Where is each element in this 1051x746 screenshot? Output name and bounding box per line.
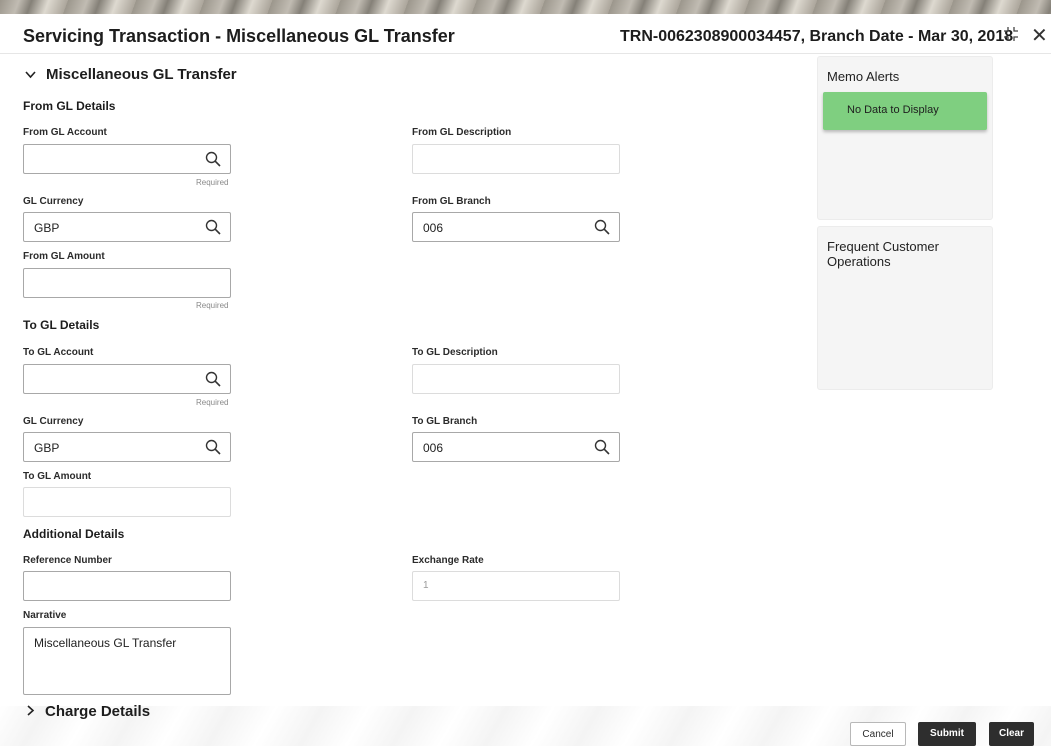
to-gl-amount-field [23, 487, 231, 517]
to-gl-branch-value: 006 [423, 441, 444, 455]
reference-number-input[interactable] [23, 571, 231, 601]
charge-details-title: Charge Details [45, 703, 151, 720]
required-hint: Required [196, 178, 229, 187]
to-gl-amount-label: To GL Amount [23, 471, 92, 482]
additional-details-heading: Additional Details [23, 527, 125, 541]
from-gl-amount-label: From GL Amount [23, 251, 105, 262]
from-gl-branch-input[interactable]: 006 [412, 212, 620, 242]
to-gl-account-input[interactable] [23, 364, 231, 394]
frequent-operations-title: Frequent Customer Operations [827, 239, 939, 269]
frequent-operations-panel: Frequent Customer Operations [817, 226, 993, 390]
section-toggle-charge-details[interactable]: Charge Details [27, 703, 150, 720]
to-gl-currency-label: GL Currency [23, 416, 84, 427]
search-icon[interactable] [205, 219, 221, 235]
search-icon[interactable] [594, 439, 610, 455]
search-icon[interactable] [594, 219, 610, 235]
to-gl-account-label: To GL Account [23, 347, 94, 358]
from-gl-currency-label: GL Currency [23, 196, 84, 207]
from-gl-account-label: From GL Account [23, 127, 107, 138]
narrative-textarea[interactable]: Miscellaneous GL Transfer [23, 627, 231, 695]
to-gl-heading: To GL Details [23, 318, 100, 332]
from-gl-account-input[interactable] [23, 144, 231, 174]
expand-icon[interactable] [1003, 26, 1019, 42]
from-gl-branch-value: 006 [423, 221, 444, 235]
transaction-reference: TRN-0062308900034457, Branch Date - Mar … [620, 28, 1014, 45]
no-data-message: No Data to Display [823, 92, 987, 130]
search-icon[interactable] [205, 371, 221, 387]
from-gl-description-label: From GL Description [412, 127, 512, 138]
narrative-value: Miscellaneous GL Transfer [34, 636, 177, 650]
close-icon[interactable]: ✕ [1031, 23, 1048, 48]
from-gl-currency-input[interactable]: GBP [23, 212, 231, 242]
search-icon[interactable] [205, 439, 221, 455]
cancel-button[interactable]: Cancel [850, 722, 906, 746]
reference-number-label: Reference Number [23, 555, 112, 566]
exchange-rate-value: 1 [423, 580, 429, 591]
from-gl-amount-input[interactable] [23, 268, 231, 298]
memo-alerts-panel: Memo Alerts No Data to Display [817, 56, 993, 220]
from-gl-heading: From GL Details [23, 99, 116, 113]
clear-button[interactable]: Clear [989, 722, 1034, 746]
to-gl-currency-input[interactable]: GBP [23, 432, 231, 462]
page-title: Servicing Transaction - Miscellaneous GL… [23, 26, 455, 46]
to-gl-currency-value: GBP [34, 441, 60, 455]
chevron-down-icon [25, 67, 36, 82]
section-title: Miscellaneous GL Transfer [46, 66, 237, 83]
to-gl-description-field [412, 364, 620, 394]
required-hint: Required [196, 398, 229, 407]
required-hint: Required [196, 301, 229, 310]
from-gl-description-field [412, 144, 620, 174]
narrative-label: Narrative [23, 610, 67, 621]
submit-button[interactable]: Submit [918, 722, 976, 746]
from-gl-branch-label: From GL Branch [412, 196, 491, 207]
exchange-rate-label: Exchange Rate [412, 555, 484, 566]
to-gl-description-label: To GL Description [412, 347, 498, 358]
search-icon[interactable] [205, 151, 221, 167]
page-header: Servicing Transaction - Miscellaneous GL… [0, 14, 1051, 54]
section-toggle-misc-gl[interactable]: Miscellaneous GL Transfer [25, 66, 237, 83]
memo-alerts-title: Memo Alerts [827, 69, 900, 84]
to-gl-branch-label: To GL Branch [412, 416, 478, 427]
from-gl-currency-value: GBP [34, 221, 60, 235]
chevron-right-icon [27, 704, 35, 719]
to-gl-branch-input[interactable]: 006 [412, 432, 620, 462]
exchange-rate-field: 1 [412, 571, 620, 601]
